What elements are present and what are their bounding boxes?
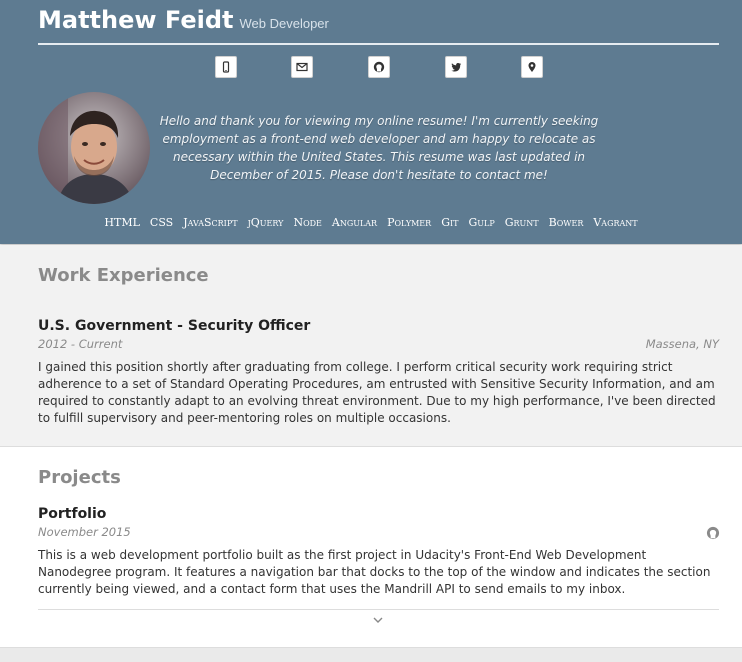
skill-item: Vagrant — [593, 216, 638, 229]
job-title: U.S. Government - Security Officer — [38, 318, 311, 334]
chevron-down-icon[interactable] — [371, 615, 385, 625]
contact-links — [0, 56, 742, 80]
skills-list: HTML CSS JavaScript jQuery Node Angular … — [0, 216, 742, 229]
mobile-icon — [222, 61, 230, 73]
section-title: Work Experience — [38, 265, 209, 286]
skill-item: Polymer — [387, 216, 432, 229]
profile-photo-image — [38, 92, 150, 204]
skill-item: Node — [293, 216, 322, 229]
twitter-button[interactable] — [445, 56, 467, 78]
profile-photo — [38, 92, 150, 204]
skill-item: CSS — [149, 216, 174, 229]
skill-item: jQuery — [247, 216, 284, 229]
twitter-icon — [451, 62, 461, 72]
project-title: Portfolio — [38, 506, 107, 522]
skill-item: Grunt — [504, 216, 539, 229]
job-description: I gained this position shortly after gra… — [38, 360, 716, 425]
github-icon — [373, 61, 385, 73]
github-icon[interactable] — [706, 526, 720, 540]
name-row: Matthew Feidt Web Developer — [38, 6, 329, 34]
skill-item: HTML — [104, 216, 140, 229]
skill-item: Bower — [548, 216, 584, 229]
work-experience-section: Work Experience U.S. Government - Securi… — [0, 245, 742, 447]
job-location: Massena, NY — [645, 337, 719, 351]
project-divider — [38, 609, 719, 610]
intro-text: Hello and thank you for viewing my onlin… — [159, 114, 599, 182]
skill-item: JavaScript — [183, 216, 238, 229]
job-dates: 2012 - Current — [38, 337, 123, 351]
envelope-icon — [296, 62, 308, 72]
location-button[interactable] — [521, 56, 543, 78]
header-divider — [38, 43, 719, 45]
name-heading: Matthew Feidt — [38, 6, 234, 34]
project-description: This is a web development portfolio buil… — [38, 548, 711, 596]
github-button[interactable] — [368, 56, 390, 78]
skill-item: Gulp — [468, 216, 495, 229]
skill-item: Angular — [331, 216, 378, 229]
mobile-button[interactable] — [215, 56, 237, 78]
skill-item: Git — [441, 216, 459, 229]
project-date: November 2015 — [38, 525, 131, 539]
footer-strip — [0, 648, 742, 662]
email-button[interactable] — [291, 56, 313, 78]
section-title: Projects — [38, 467, 121, 488]
map-marker-icon — [528, 62, 536, 72]
projects-section: Projects Portfolio November 2015 This is… — [0, 447, 742, 648]
header: Matthew Feidt Web Developer Hello and th… — [0, 0, 742, 244]
role-subtitle: Web Developer — [239, 16, 329, 31]
